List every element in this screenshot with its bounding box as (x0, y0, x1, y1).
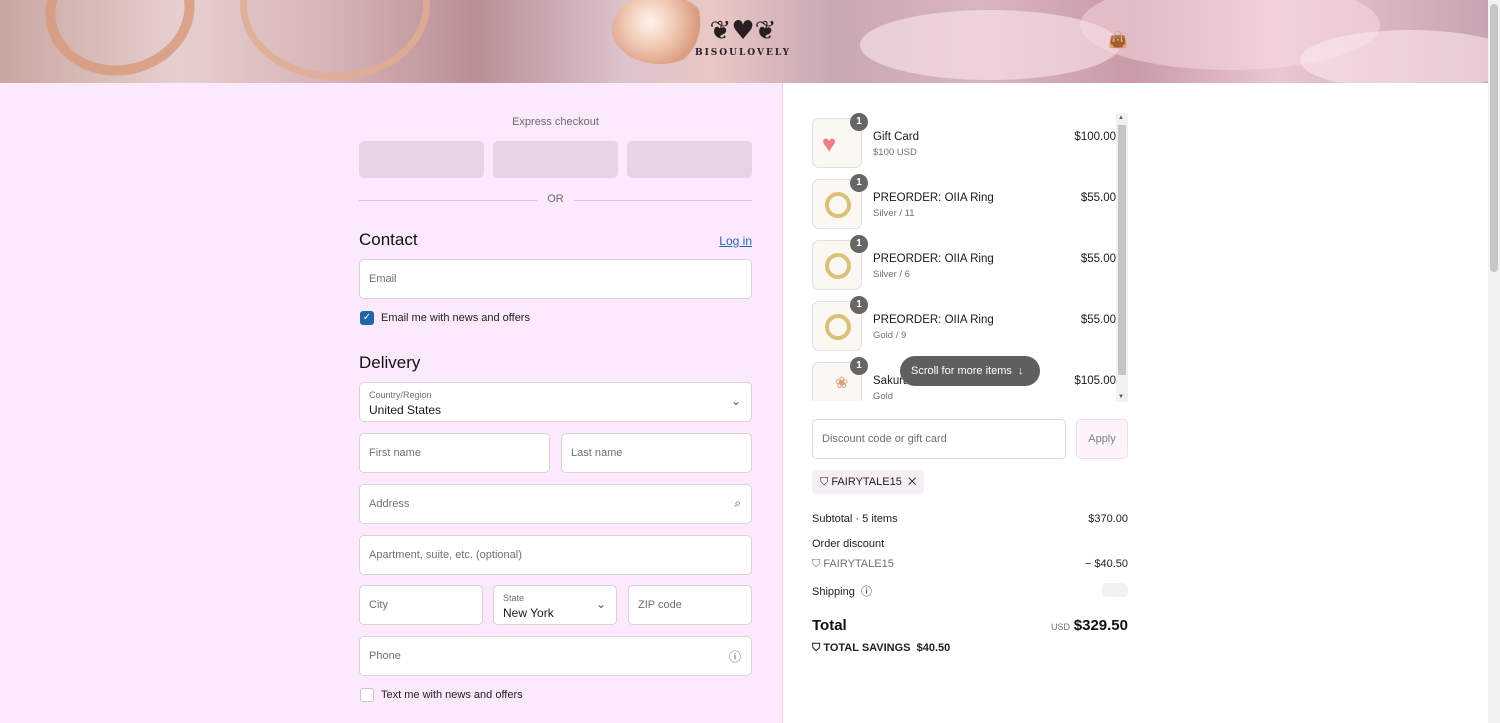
text-news-label: Text me with news and offers (381, 689, 523, 701)
item-price: $100.00 (1074, 131, 1116, 143)
item-name: PREORDER: OIIA Ring (873, 314, 994, 326)
subtotal-row: Subtotal · 5 items $370.00 (812, 513, 1128, 525)
item-price: $55.00 (1080, 192, 1116, 204)
country-select[interactable]: Country/Region United States ⌄ (359, 382, 752, 422)
city-field[interactable]: City (359, 585, 483, 625)
contact-heading: Contact (359, 230, 418, 249)
or-divider: OR (359, 193, 752, 207)
heart-crest-icon: ❦♥❦ (709, 16, 777, 46)
chevron-down-icon: ⌄ (595, 597, 606, 611)
chevron-down-icon: ⌄ (730, 394, 741, 408)
item-variant: Silver / 11 (873, 208, 915, 219)
quantity-badge: 1 (850, 235, 868, 253)
cart-item: 1 PREORDER: OIIA Ring Silver / 11 $55.00 (812, 174, 1116, 229)
banner-ring-graphic (240, 0, 430, 80)
phone-field[interactable]: Phone ⓘ (359, 636, 752, 676)
first-name-field[interactable]: First name (359, 433, 550, 473)
state-select[interactable]: State New York ⌄ (493, 585, 617, 625)
item-variant: $100 USD (873, 147, 917, 158)
quantity-badge: 1 (850, 113, 868, 131)
scroll-up-arrow-icon[interactable]: ▲ (1118, 115, 1124, 121)
item-price: $55.00 (1080, 314, 1116, 326)
tag-icon: ⛉ (820, 476, 829, 488)
remove-discount-icon[interactable]: ✕ (905, 476, 916, 488)
help-circle-icon[interactable]: ⓘ (729, 648, 741, 665)
item-price: $105.00 (1074, 375, 1116, 387)
apply-button[interactable]: Apply (1076, 419, 1128, 459)
discount-row: ⛉ FAIRYTALE15 − $40.50 (812, 558, 1128, 570)
quantity-badge: 1 (850, 296, 868, 314)
item-name: Gift Card (873, 131, 920, 143)
page-scrollbar[interactable] (1488, 0, 1500, 723)
cart-item: 1 PREORDER: OIIA Ring Gold / 9 $55.00 (812, 296, 1116, 351)
delivery-heading: Delivery (359, 353, 421, 372)
item-variant: Gold / 9 (873, 330, 907, 341)
tag-icon: ⛉ (812, 558, 821, 570)
bag-icon[interactable]: 👜 (1108, 30, 1128, 50)
text-news-checkbox[interactable] (360, 688, 374, 702)
shipping-row: Shipping ⓘ (812, 583, 1128, 599)
express-pay-button-2[interactable] (493, 141, 618, 178)
item-name: PREORDER: OIIA Ring (873, 253, 994, 265)
email-field[interactable]: Email (359, 259, 752, 299)
applied-discount-tag: ⛉ FAIRYTALE15 ✕ (812, 470, 925, 494)
header-banner: ❦♥❦ BISOULOVELY 👜 (0, 0, 1488, 83)
brand-logo[interactable]: ❦♥❦ BISOULOVELY (686, 14, 800, 68)
login-link[interactable]: Log in (700, 234, 752, 248)
total-savings: ⛉ TOTAL SAVINGS $40.50 (812, 642, 951, 654)
email-news-label: Email me with news and offers (381, 312, 530, 324)
quantity-badge: 1 (850, 357, 868, 375)
help-circle-icon[interactable]: ⓘ (858, 586, 872, 598)
brand-wordmark: BISOULOVELY (694, 48, 792, 58)
last-name-field[interactable]: Last name (561, 433, 752, 473)
express-checkout-title: Express checkout (512, 116, 599, 128)
search-icon: ⌕ (734, 496, 741, 510)
scroll-down-arrow-icon[interactable]: ▼ (1118, 394, 1124, 400)
express-pay-button-1[interactable] (359, 141, 484, 178)
shipping-value-placeholder (1102, 583, 1128, 597)
zip-field[interactable]: ZIP code (628, 585, 752, 625)
cart-item: ♥ 1 Gift Card $100 USD $100.00 (812, 113, 1116, 168)
arrow-down-icon: ↓ (1014, 365, 1024, 377)
discount-code-input[interactable]: Discount code or gift card (812, 419, 1066, 459)
tag-icon: ⛉ (812, 642, 821, 654)
express-pay-button-3[interactable] (627, 141, 752, 178)
total-row: Total USD $329.50 (812, 617, 1128, 634)
order-discount-label: Order discount (812, 538, 885, 550)
cart-item: 1 PREORDER: OIIA Ring Silver / 6 $55.00 (812, 235, 1116, 290)
email-news-checkbox[interactable]: ✓ (360, 311, 374, 325)
banner-ring-graphic (33, 0, 207, 83)
address-field[interactable]: Address ⌕ (359, 484, 752, 524)
item-price: $55.00 (1080, 253, 1116, 265)
apartment-field[interactable]: Apartment, suite, etc. (optional) (359, 535, 752, 575)
quantity-badge: 1 (850, 174, 868, 192)
scroll-more-button[interactable]: Scroll for more items ↓ (900, 356, 1040, 386)
item-variant: Silver / 6 (873, 269, 910, 280)
item-variant: Gold (873, 391, 894, 401)
item-name: PREORDER: OIIA Ring (873, 192, 994, 204)
cart-scrollbar[interactable]: ▲ ▼ (1116, 113, 1128, 402)
